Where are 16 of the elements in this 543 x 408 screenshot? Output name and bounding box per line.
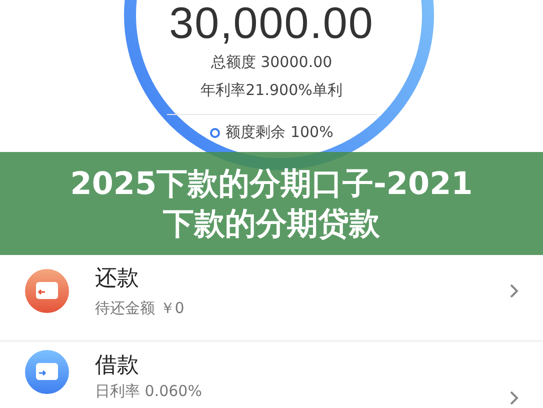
chevron-right-icon (509, 282, 519, 298)
item-subtitle: 待还金额 ￥0 (95, 299, 186, 318)
banner-title: 2025下款的分期口子-2021 (70, 164, 473, 204)
item-title: 还款 (95, 265, 140, 293)
card-out-icon (25, 268, 69, 312)
banner-title: 下款的分期贷款 (163, 204, 380, 244)
list-item[interactable]: 还款 待还金额 ￥0 (0, 255, 543, 340)
list-item[interactable]: 借款 日利率 0.060% (0, 342, 543, 408)
total-limit: 总额度 30000.00 (210, 52, 332, 73)
remaining-limit: 额度剩余 100% (226, 123, 334, 142)
chevron-right-icon (509, 390, 519, 406)
interest-rate: 年利率21.900%单利 (200, 80, 342, 101)
item-title: 借款 (95, 352, 140, 380)
item-subtitle: 日利率 0.060% (95, 382, 203, 401)
ring-dot-icon (210, 128, 220, 138)
card-in-icon (25, 350, 69, 394)
